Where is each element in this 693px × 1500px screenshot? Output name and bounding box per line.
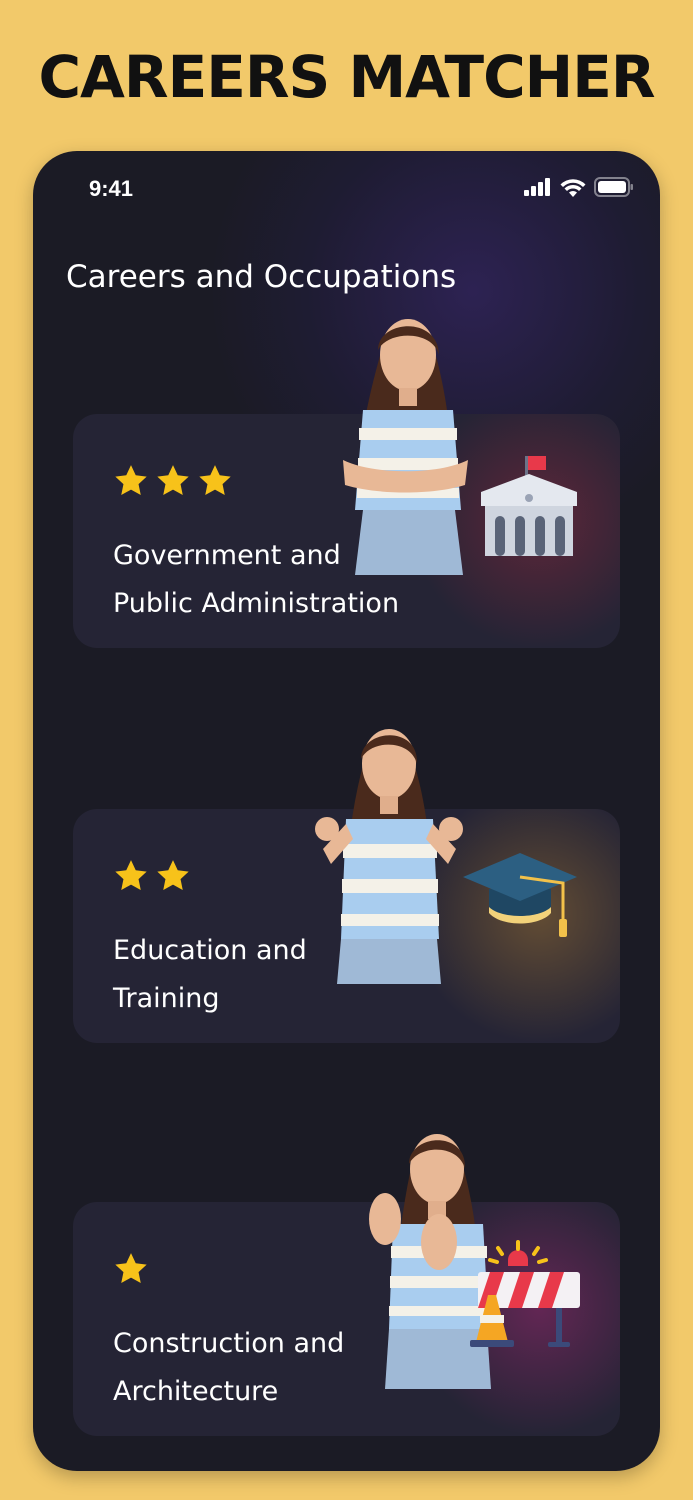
person-arms-crossed-photo xyxy=(333,310,478,579)
star-icon xyxy=(197,464,233,498)
battery-icon xyxy=(594,177,634,201)
star-icon xyxy=(113,859,149,893)
card-title-line: Public Administration xyxy=(113,588,400,619)
wifi-icon xyxy=(560,178,586,201)
rating-stars xyxy=(113,1252,149,1286)
road-barrier-icon xyxy=(468,1240,583,1354)
rating-stars xyxy=(113,859,191,893)
government-building-icon xyxy=(473,454,583,568)
career-card-education[interactable]: Education and Training xyxy=(73,729,620,1043)
star-icon xyxy=(113,464,149,498)
page-title: Careers and Occupations xyxy=(66,259,457,295)
promo-headline: CAREERS MATCHER xyxy=(38,43,655,111)
graduation-cap-icon xyxy=(461,847,579,946)
status-bar: 9:41 xyxy=(33,151,660,221)
status-time: 9:41 xyxy=(89,176,134,201)
career-card-construction[interactable]: Construction and Architecture xyxy=(73,1134,620,1436)
cellular-signal-icon xyxy=(524,178,552,200)
status-icons xyxy=(524,177,634,201)
person-ok-gesture-photo xyxy=(311,719,466,988)
star-icon xyxy=(155,859,191,893)
career-card-government[interactable]: Government and Public Administration xyxy=(73,319,620,648)
phone-frame: 9:41 Careers and Occupations Government … xyxy=(33,151,660,1471)
star-icon xyxy=(113,1252,149,1286)
rating-stars xyxy=(113,464,233,498)
star-icon xyxy=(155,464,191,498)
